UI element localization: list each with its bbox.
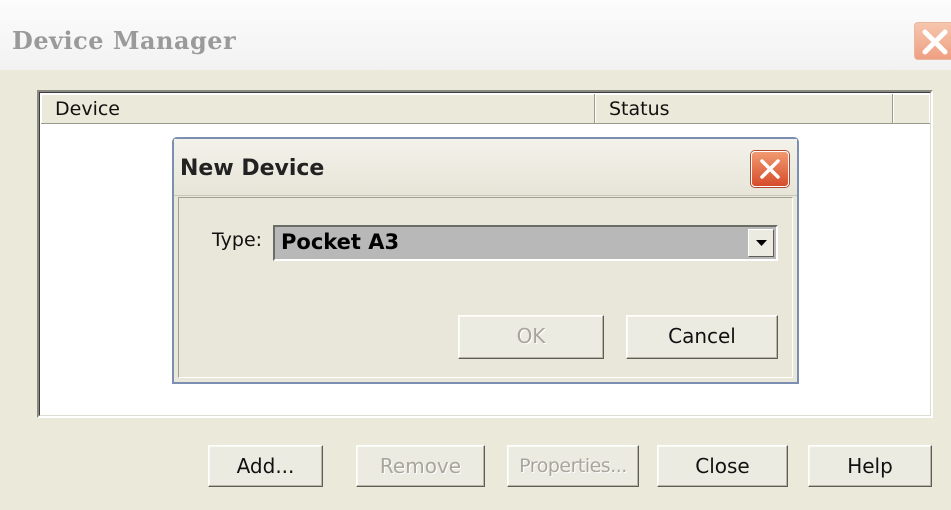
close-icon [922, 29, 948, 55]
column-header-device[interactable]: Device [41, 94, 595, 124]
window-title: Device Manager [12, 26, 237, 55]
column-header-status[interactable]: Status [595, 94, 893, 124]
column-header-extra[interactable] [893, 94, 931, 124]
ok-button[interactable]: OK [458, 315, 604, 359]
add-button[interactable]: Add... [208, 445, 323, 487]
dialog-title: New Device [180, 156, 325, 181]
device-list-header: Device Status [41, 94, 931, 124]
help-button[interactable]: Help [808, 445, 932, 487]
close-button[interactable]: Close [657, 445, 788, 487]
type-label: Type: [212, 229, 263, 251]
new-device-titlebar: New Device [174, 139, 797, 196]
device-manager-titlebar: Device Manager [0, 0, 951, 70]
cancel-button[interactable]: Cancel [626, 315, 778, 359]
dialog-close-button[interactable] [751, 151, 789, 187]
type-select-value: Pocket A3 [281, 230, 400, 254]
properties-button[interactable]: Properties... [507, 445, 639, 487]
type-select[interactable]: Pocket A3 [273, 225, 778, 261]
close-icon [760, 159, 780, 179]
remove-button[interactable]: Remove [356, 445, 485, 487]
new-device-dialog: New Device Type: Pocket A3 OK Cancel [172, 137, 799, 384]
chevron-down-icon [756, 240, 767, 246]
window-close-button[interactable] [914, 22, 951, 60]
device-manager-window: Device Manager Device Status Add... Remo… [0, 0, 951, 510]
dropdown-arrow-button[interactable] [748, 229, 774, 257]
